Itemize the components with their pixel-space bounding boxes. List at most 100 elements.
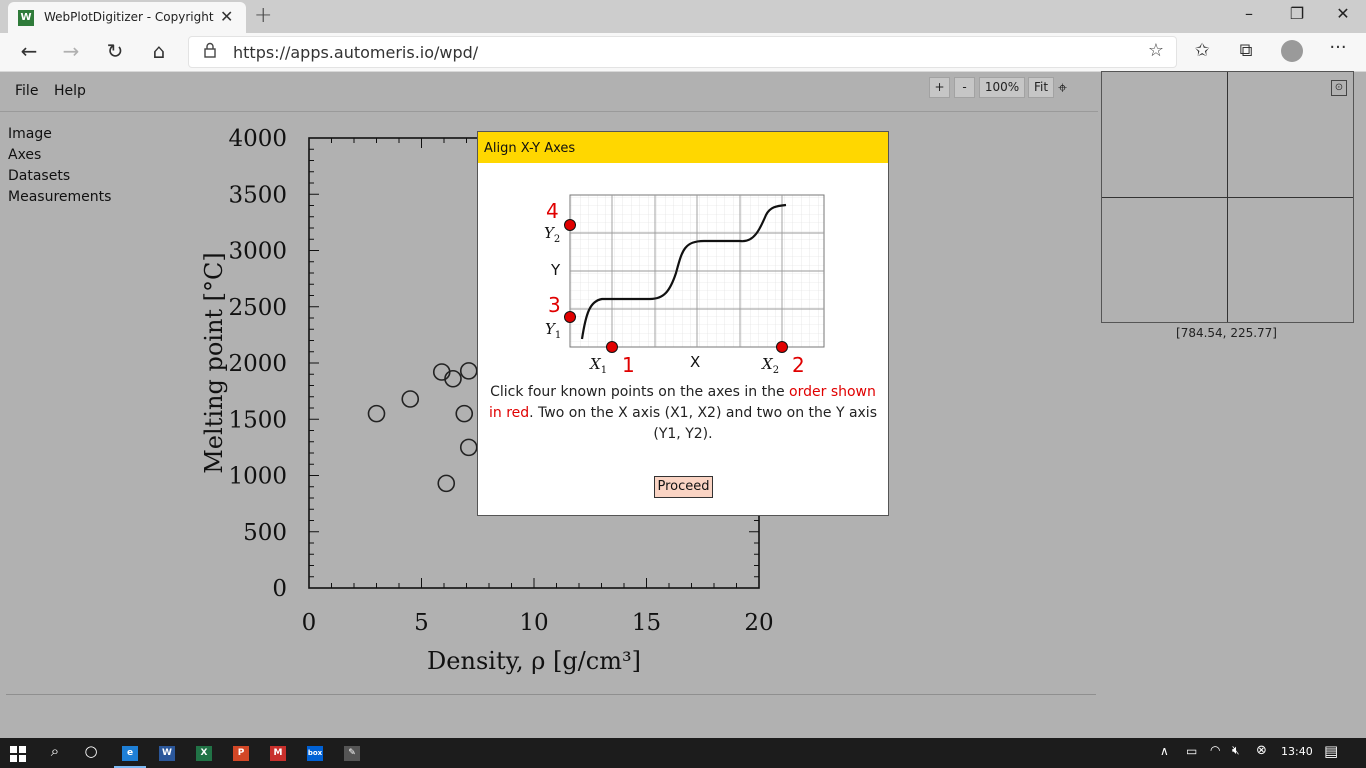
zoom-level[interactable]: 100% <box>979 77 1025 98</box>
y-tick-label: 2000 <box>228 351 287 377</box>
clock-time[interactable]: 13:40 <box>1281 745 1313 758</box>
zoom-window: ⊙ <box>1101 71 1354 323</box>
data-point <box>437 474 456 493</box>
wpd-favicon-icon: W <box>18 10 34 26</box>
instruction-text: Click four known points on the axes in t… <box>490 384 790 400</box>
taskbar-app-excel-icon[interactable]: X <box>196 746 212 761</box>
dialog-header: Align X-Y Axes <box>478 132 888 163</box>
y-tick-label: 500 <box>243 520 287 546</box>
forward-button[interactable]: → <box>56 39 86 63</box>
y-tick-label: 4000 <box>228 126 287 152</box>
data-point <box>459 438 478 457</box>
data-point <box>459 362 478 380</box>
instruction-text-end: . Two on the X axis (X1, X2) and two on … <box>529 405 877 442</box>
taskbar-app-word-icon[interactable]: W <box>159 746 175 761</box>
calibration-point-4 <box>564 219 576 231</box>
search-icon[interactable]: ⌕ <box>40 742 70 760</box>
tray-chevron-icon[interactable]: ∧ <box>1160 744 1169 758</box>
browser-tab[interactable]: W WebPlotDigitizer - Copyright 20 ✕ <box>8 2 246 33</box>
y-tick-label: 2500 <box>228 295 287 321</box>
sidebar-item-axes[interactable]: Axes <box>8 145 111 166</box>
x-tick-label: 5 <box>414 610 429 636</box>
x-tick-label: 15 <box>632 610 661 636</box>
minimize-button[interactable]: – <box>1226 4 1272 23</box>
taskbar-app-powerpoint-icon[interactable]: P <box>233 746 249 761</box>
close-window-button[interactable]: ✕ <box>1320 4 1366 23</box>
taskbar-app-edge-icon[interactable]: e <box>122 746 138 761</box>
sidebar-item-datasets[interactable]: Datasets <box>8 166 111 187</box>
volume-muted-icon[interactable]: 🔇︎ <box>1232 743 1240 758</box>
data-point <box>401 390 420 408</box>
lock-icon[interactable] <box>203 42 217 58</box>
dialog-title: Align X-Y Axes <box>484 141 576 156</box>
taskbar-app-box-icon[interactable]: box <box>307 746 323 761</box>
data-point <box>455 404 474 423</box>
zoom-settings-icon[interactable]: ⊙ <box>1331 80 1347 96</box>
home-button[interactable]: ⌂ <box>144 39 174 63</box>
back-button[interactable]: ← <box>14 39 44 63</box>
menu-help[interactable]: Help <box>54 83 86 99</box>
calibration-label-2: X2 <box>761 355 779 376</box>
tab-title: WebPlotDigitizer - Copyright 20 <box>44 10 214 24</box>
collections-icon[interactable]: ⧉ <box>1232 40 1260 61</box>
profile-avatar[interactable] <box>1281 40 1303 62</box>
y-tick-label: 1000 <box>228 464 287 490</box>
browser-titlebar: W WebPlotDigitizer - Copyright 20 ✕ + – … <box>0 0 1366 33</box>
calibration-number-4: 4 <box>546 199 559 223</box>
align-axes-dialog: Align X-Y Axes Y X 1 X1 2 X2 3 Y1 4 Y2 Click fo… <box>477 131 889 516</box>
x-tick-label: 20 <box>744 610 773 636</box>
zoom-in-button[interactable]: + <box>929 77 950 98</box>
dialog-instructions: Click four known points on the axes in t… <box>486 382 880 445</box>
cursor-coordinates: [784.54, 225.77] <box>1176 326 1277 340</box>
browser-toolbar: ← → ↻ ⌂ https://apps.automeris.io/wpd/ ☆… <box>0 33 1366 72</box>
calibration-point-3 <box>564 311 576 323</box>
taskbar-app-mail-icon[interactable]: M <box>270 746 286 761</box>
task-view-icon[interactable]: ○ <box>76 742 106 760</box>
diagram-x-label: X <box>690 353 700 371</box>
favorite-star-icon[interactable]: ☆ <box>1148 40 1164 61</box>
sidebar: Image Axes Datasets Measurements <box>8 124 111 208</box>
reload-button[interactable]: ↻ <box>100 39 130 63</box>
calibration-point-1 <box>606 341 618 353</box>
windows-start-icon[interactable] <box>10 746 26 762</box>
canvas-bottom-divider <box>6 694 1096 695</box>
notification-badge-icon[interactable]: ⊗ <box>1256 743 1267 758</box>
wifi-icon[interactable]: ◠ <box>1210 743 1220 757</box>
diagram-y-label: Y <box>550 261 561 279</box>
battery-icon[interactable]: ▭ <box>1186 744 1197 758</box>
y-tick-label: 3000 <box>228 239 287 265</box>
tab-close-icon[interactable]: ✕ <box>220 7 233 26</box>
calibration-number-3: 3 <box>548 293 561 317</box>
new-tab-button[interactable]: + <box>254 3 272 28</box>
action-center-icon[interactable]: ▤ <box>1324 742 1338 760</box>
x-tick-label: 0 <box>302 610 317 636</box>
data-point <box>367 404 386 423</box>
calibration-number-2: 2 <box>792 353 805 377</box>
x-tick-label: 10 <box>519 610 548 636</box>
calibration-label-3: Y1 <box>545 320 561 341</box>
more-menu-icon[interactable]: ··· <box>1324 37 1352 58</box>
url-text[interactable]: https://apps.automeris.io/wpd/ <box>233 43 478 62</box>
calibration-label-1: X1 <box>589 355 607 376</box>
calibration-point-2 <box>776 341 788 353</box>
fit-button[interactable]: Fit <box>1028 77 1054 98</box>
crosshair-icon[interactable]: ⌖ <box>1058 78 1067 98</box>
calibration-number-1: 1 <box>622 353 635 377</box>
data-point <box>444 369 462 388</box>
y-tick-label: 1500 <box>228 407 287 433</box>
menu-file[interactable]: File <box>15 83 38 99</box>
y-axis-label: Melting point [°C] <box>200 252 228 474</box>
address-bar[interactable]: https://apps.automeris.io/wpd/ ☆ <box>188 36 1177 68</box>
axes-diagram: Y X 1 X1 2 X2 3 Y1 4Y2 <box>544 194 825 377</box>
restore-button[interactable]: ❐ <box>1274 4 1320 23</box>
proceed-button[interactable]: Proceed <box>654 476 713 498</box>
taskbar-app-paint-icon[interactable]: ✎ <box>344 746 360 761</box>
zoom-crosshair-horizontal <box>1102 197 1353 198</box>
x-axis-label: Density, ρ [g/cm³] <box>427 647 641 675</box>
sidebar-item-image[interactable]: Image <box>8 124 111 145</box>
sidebar-item-measurements[interactable]: Measurements <box>8 187 111 208</box>
favorites-icon[interactable]: ✩ <box>1188 40 1216 61</box>
y-tick-label: 0 <box>272 576 287 602</box>
y-tick-label: 3500 <box>228 182 287 208</box>
zoom-out-button[interactable]: - <box>954 77 975 98</box>
